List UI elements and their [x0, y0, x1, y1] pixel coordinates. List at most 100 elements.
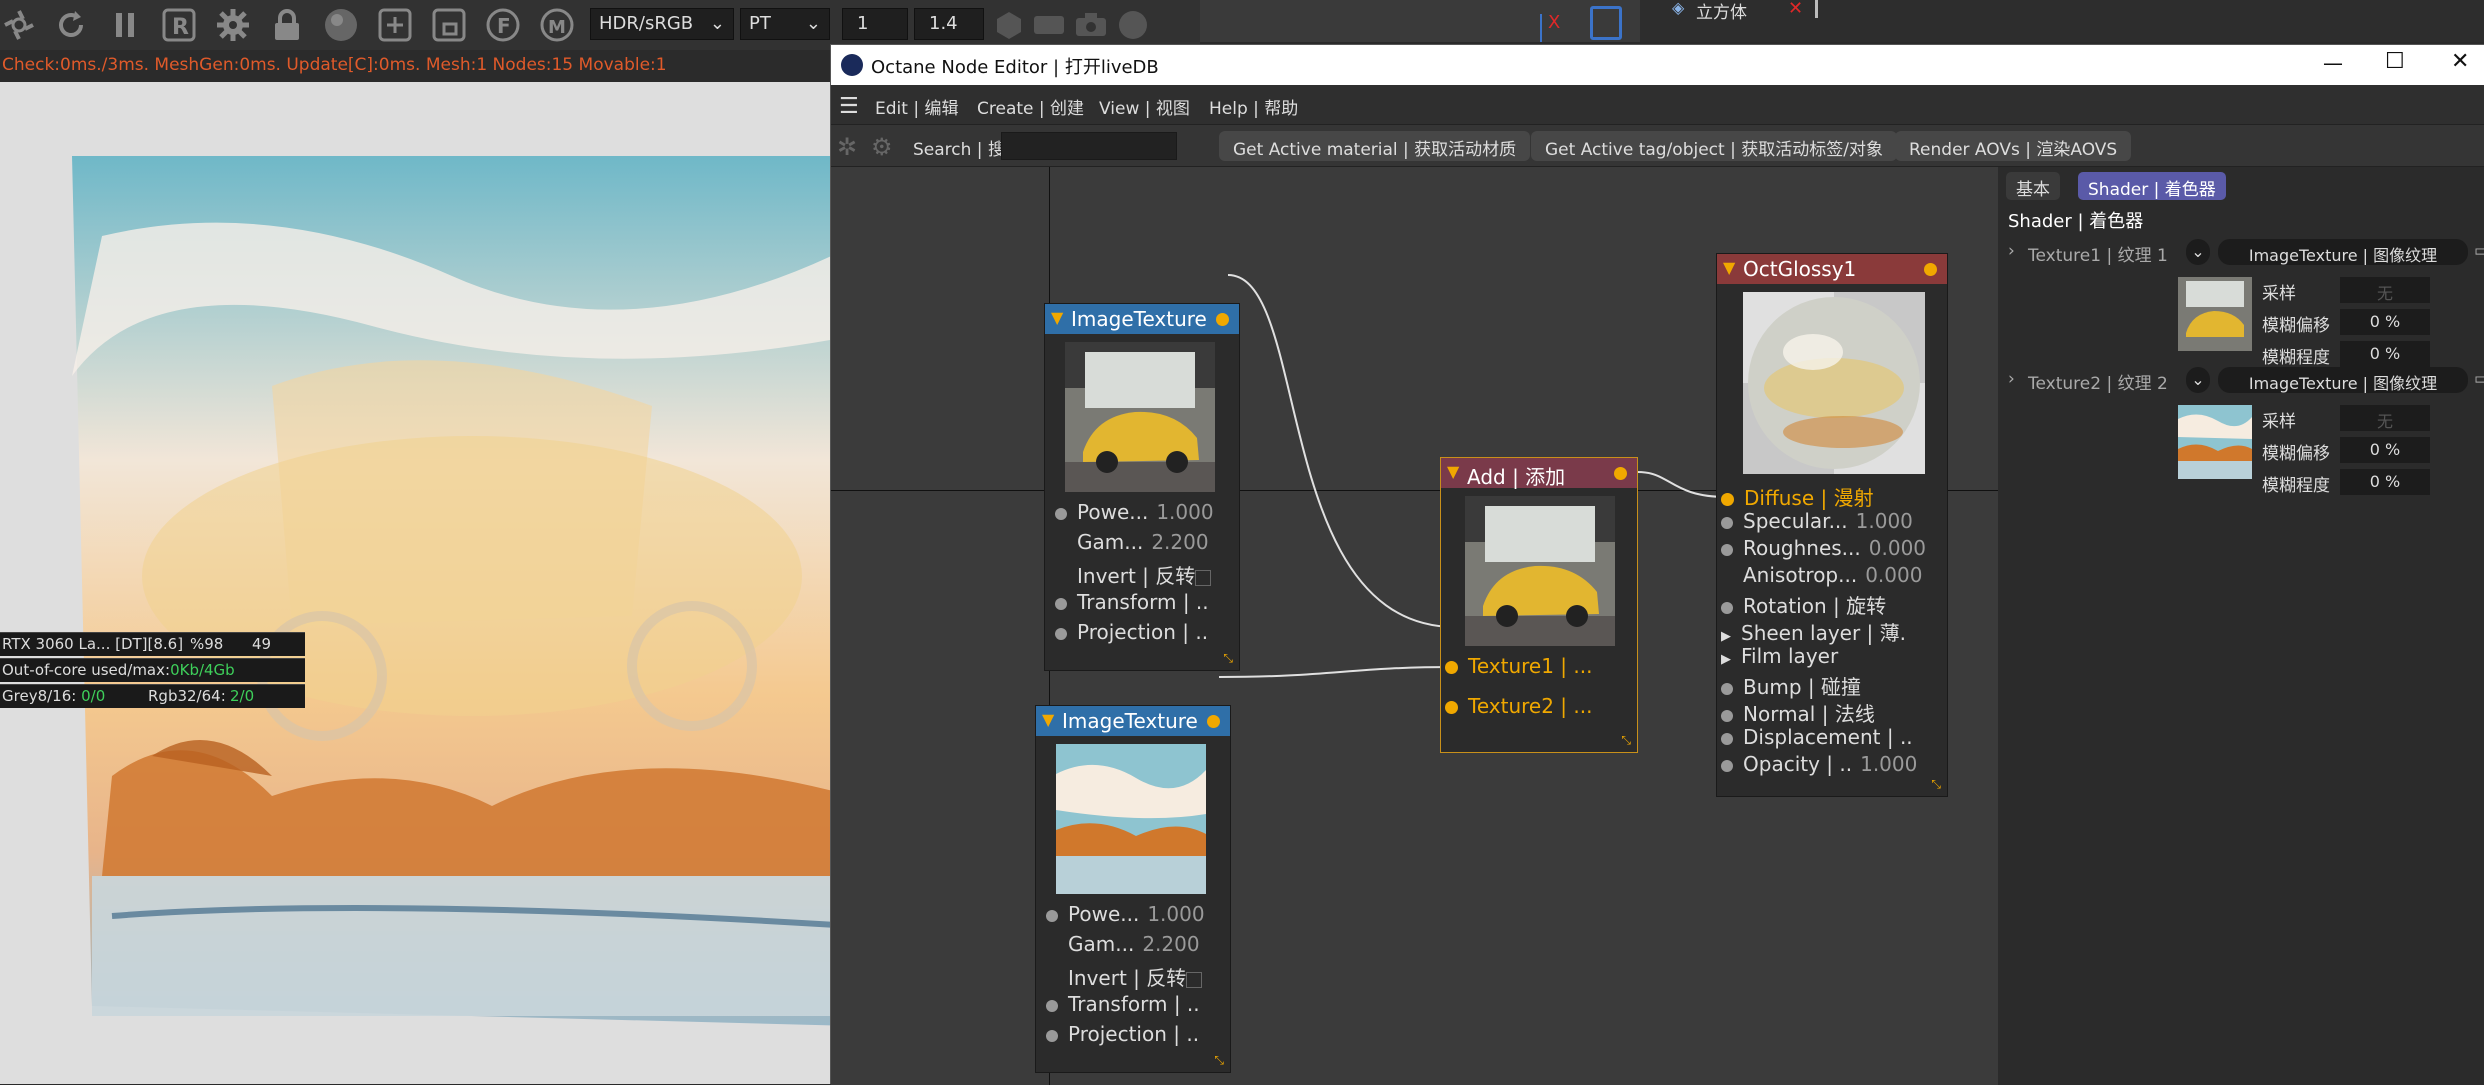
octglossy-material-node[interactable]: ▼ OctGlossy1 Diffuse | 漫射 Specular... 1.00…: [1716, 253, 1948, 797]
texture1-type-dropdown[interactable]: ImageTexture | 图像纹理: [2218, 239, 2468, 265]
input-port[interactable]: [1721, 543, 1733, 556]
opacity-row[interactable]: Opacity | .. 1.000: [1721, 752, 1917, 778]
region-icon[interactable]: [430, 6, 468, 44]
roughness-row[interactable]: Roughnes... 0.000: [1721, 536, 1926, 562]
chevron-right-icon[interactable]: ›: [2008, 241, 2015, 261]
projection-row[interactable]: Projection | ..: [1046, 1022, 1199, 1048]
input-port[interactable]: [1721, 682, 1733, 695]
invert-checkbox[interactable]: [1195, 569, 1212, 586]
input-port[interactable]: [1721, 601, 1733, 614]
chevron-right-icon[interactable]: ›: [2008, 369, 2015, 389]
input-port[interactable]: [1055, 627, 1067, 640]
r-icon[interactable]: R: [160, 6, 198, 44]
collapse-icon[interactable]: ▼: [1723, 258, 1735, 277]
tab-basic[interactable]: 基本: [2006, 172, 2060, 200]
kernel-dropdown[interactable]: PT ⌄: [740, 8, 830, 40]
invert-row[interactable]: Invert | 反转: [1068, 962, 1203, 990]
pause-icon[interactable]: [106, 6, 144, 44]
output-port[interactable]: [1207, 715, 1220, 728]
f-icon[interactable]: F: [484, 6, 522, 44]
search-input[interactable]: [1001, 132, 1177, 160]
expand-arrow-icon[interactable]: ▶: [1721, 629, 1731, 644]
film-layer-row[interactable]: ▶ Film layer: [1721, 644, 1838, 670]
collapse-icon[interactable]: ▼: [1042, 710, 1054, 729]
input-port[interactable]: [1721, 759, 1733, 772]
normal-row[interactable]: Normal | 法线: [1721, 698, 1875, 726]
texture2-input-row[interactable]: Texture2 | ...: [1445, 694, 1592, 720]
render-aovs-button[interactable]: Render AOVs | 渲染AOVS: [1895, 131, 2132, 161]
menu-create[interactable]: Create | 创建: [977, 94, 1084, 119]
close-button[interactable]: ✕: [2451, 49, 2469, 74]
delete-icon[interactable]: ✕: [1788, 0, 1803, 19]
blur-offset-field[interactable]: 0 %: [2340, 309, 2430, 335]
add-region-icon[interactable]: [376, 6, 414, 44]
chevron-down-icon[interactable]: ⌄: [2186, 367, 2210, 393]
get-active-tag-button[interactable]: Get Active tag/object | 获取活动标签/对象: [1531, 131, 1897, 161]
folder-icon[interactable]: ▭: [2474, 369, 2484, 389]
sampling-dropdown[interactable]: 无: [2340, 405, 2430, 431]
sampling-dropdown[interactable]: 无: [2340, 277, 2430, 303]
value2-field[interactable]: 1.4: [914, 8, 984, 40]
menu-view[interactable]: View | 视图: [1099, 94, 1190, 119]
folder-icon[interactable]: ▭: [2474, 241, 2484, 261]
transform-row[interactable]: Transform | ..: [1055, 590, 1209, 616]
invert-row[interactable]: Invert | 反转: [1077, 560, 1212, 588]
hexagon-icon[interactable]: [990, 6, 1028, 44]
add-node[interactable]: ▼ Add | 添加 Texture1 | ... Texture2 | ... …: [1440, 457, 1638, 753]
expand-icon[interactable]: ⤡: [1931, 777, 1941, 792]
output-port[interactable]: [1924, 263, 1937, 276]
get-active-material-button[interactable]: Get Active material | 获取活动材质: [1219, 131, 1531, 161]
image-texture-node-1[interactable]: ▼ ImageTexture Powe... 1.000 Gam... 2.200 I…: [1044, 303, 1240, 671]
m-icon[interactable]: M: [538, 6, 576, 44]
power-row[interactable]: Powe... 1.000: [1055, 500, 1214, 526]
projection-row[interactable]: Projection | ..: [1055, 620, 1208, 646]
refresh-icon[interactable]: [52, 6, 90, 44]
chevron-down-icon[interactable]: ⌄: [2186, 239, 2210, 265]
node-header[interactable]: ▼ Add | 添加: [1441, 458, 1637, 489]
lock-icon[interactable]: [268, 6, 306, 44]
input-port[interactable]: [1721, 732, 1733, 745]
input-port[interactable]: [1721, 516, 1733, 529]
node-graph-canvas[interactable]: ▼ ImageTexture Powe... 1.000 Gam... 2.200 I…: [831, 167, 1998, 1085]
octane-logo-icon[interactable]: [0, 6, 38, 44]
sphere-icon[interactable]: [322, 6, 360, 44]
expand-arrow-icon[interactable]: ▶: [1721, 652, 1731, 667]
menu-edit[interactable]: Edit | 编辑: [875, 94, 958, 119]
minimize-button[interactable]: —: [2323, 51, 2343, 75]
color-mode-dropdown[interactable]: HDR/sRGB ⌄: [590, 8, 734, 40]
output-port[interactable]: [1614, 467, 1627, 480]
gamma-row[interactable]: Gam... 2.200: [1077, 530, 1209, 556]
blur-amount-field[interactable]: 0 %: [2340, 469, 2430, 495]
transform-row[interactable]: Transform | ..: [1046, 992, 1200, 1018]
input-port[interactable]: [1721, 493, 1734, 506]
tab-shader[interactable]: Shader | 着色器: [2078, 172, 2226, 200]
render-viewport[interactable]: RTX 3060 La... [DT][8.6] %98 49 Out-of-cor…: [0, 82, 830, 1084]
collapse-icon[interactable]: ▼: [1447, 462, 1459, 481]
input-port[interactable]: [1046, 1029, 1058, 1042]
input-port[interactable]: [1055, 597, 1067, 610]
power-row[interactable]: Powe... 1.000: [1046, 902, 1205, 928]
expand-icon[interactable]: ⤡: [1223, 651, 1233, 666]
anisotropy-row[interactable]: Anisotrop... 0.000: [1743, 563, 1922, 589]
blur-amount-field[interactable]: 0 %: [2340, 341, 2430, 367]
input-port[interactable]: [1445, 661, 1458, 674]
input-port[interactable]: [1721, 709, 1733, 722]
node-icon[interactable]: ⚙: [871, 133, 893, 161]
sheen-layer-row[interactable]: ▶ Sheen layer | 薄.: [1721, 617, 1906, 645]
value1-field[interactable]: 1: [842, 8, 908, 40]
maximize-button[interactable]: ☐: [2385, 49, 2405, 74]
collapse-icon[interactable]: ▼: [1051, 308, 1063, 327]
octane-gear-icon[interactable]: ✲: [837, 133, 857, 161]
camera-icon[interactable]: [1072, 6, 1110, 44]
menu-help[interactable]: Help | 帮助: [1209, 94, 1298, 119]
input-port[interactable]: [1046, 999, 1058, 1012]
rect-icon[interactable]: [1030, 6, 1068, 44]
viewport-select-icon[interactable]: [1590, 6, 1622, 40]
object-name[interactable]: 立方体: [1696, 0, 1747, 23]
circle-icon[interactable]: [1114, 6, 1152, 44]
diffuse-row[interactable]: Diffuse | 漫射: [1721, 482, 1874, 510]
node-header[interactable]: ▼ OctGlossy1: [1717, 254, 1947, 284]
texture1-input-row[interactable]: Texture1 | ...: [1445, 654, 1592, 680]
expand-icon[interactable]: ⤡: [1214, 1053, 1224, 1068]
image-texture-node-2[interactable]: ▼ ImageTexture Powe... 1.000 Gam... 2.200 I…: [1035, 705, 1231, 1073]
